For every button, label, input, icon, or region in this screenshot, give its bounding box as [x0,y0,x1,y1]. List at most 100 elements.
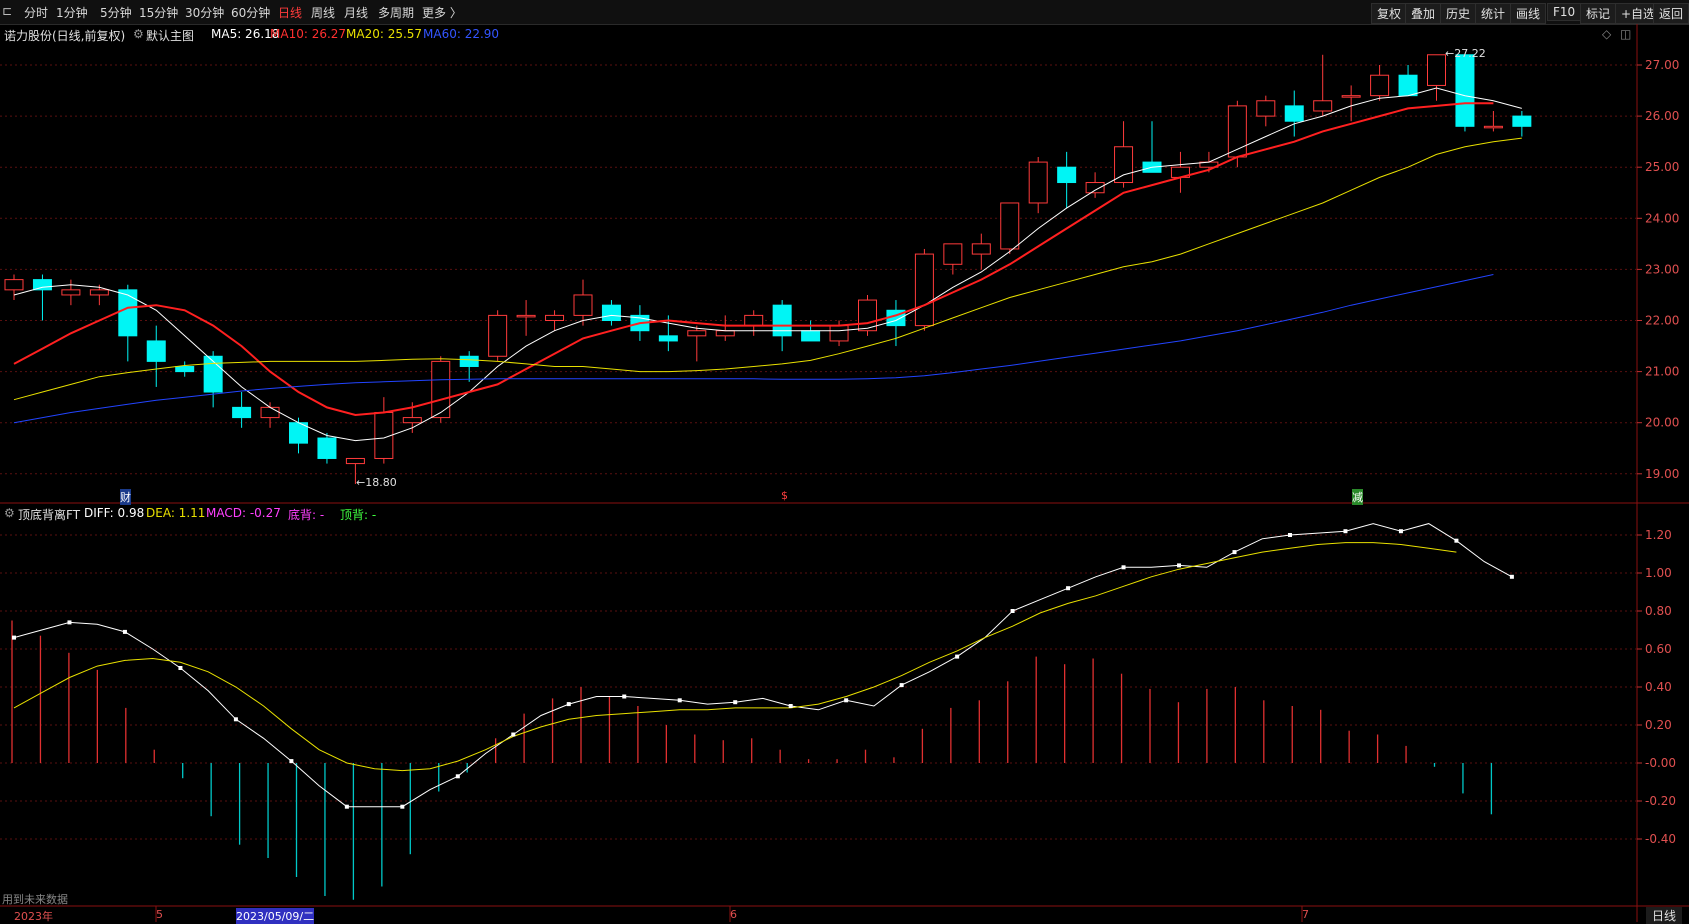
settings-icon[interactable]: ⚙ [133,27,144,41]
low-marker: ←18.80 [356,476,397,489]
diff-point [788,704,793,708]
candle-body [1114,146,1134,184]
candle-body [573,294,593,316]
main-ytick-label: 20.00 [1645,416,1679,430]
candle-body [601,304,621,322]
diff-point [511,732,516,737]
diff-point [844,698,849,703]
diff-point [344,804,349,809]
diff-point [178,666,183,670]
diff-point [400,804,405,809]
sub-ytick-label: -0.40 [1645,832,1676,846]
candle-body [1341,95,1361,98]
candle-body [488,314,508,357]
candle-body [801,330,821,342]
ma-line-ma60 [13,274,1494,424]
sub-ytick-label: -0.20 [1645,794,1676,808]
sub-settings-icon[interactable]: ⚙ [4,506,15,520]
event-marker-dividend[interactable]: $ [781,489,788,502]
diff-point [1121,565,1126,570]
diff-point [566,702,571,707]
candle-body [118,289,138,337]
high-marker: ←27.22 [1445,47,1486,60]
candle-body [1398,74,1418,97]
candle-body [829,325,849,342]
candle-body [1483,125,1503,129]
diff-point [1010,609,1015,613]
event-marker-reduce[interactable]: 减 [1352,489,1363,505]
candle-body [744,314,764,327]
diff-point [12,635,16,640]
line-dea [13,542,1457,772]
macd-label: MACD: -0.27 [206,506,281,520]
candle-body [516,314,536,318]
sub-ytick-label: 0.80 [1645,604,1672,618]
date-label-june: 6 [730,908,737,921]
diff-point [733,700,738,705]
diff-point [955,654,960,659]
line-diff [13,523,1513,808]
diff-point [622,694,627,699]
candle-body [1256,100,1276,117]
diff-point [289,759,294,764]
candle-body [146,340,166,362]
candle-body [4,279,24,291]
template-label[interactable]: 默认主图 [146,27,194,44]
bottom-divergence-label: 底背: - [288,508,325,522]
diff-point [677,698,682,703]
candle-body [1000,202,1020,250]
candle-body [658,335,678,342]
sub-ytick-label: 0.60 [1645,642,1672,656]
candle-body [32,279,52,291]
main-ytick-label: 21.00 [1645,365,1679,379]
diff-point [67,620,72,625]
period-badge: 日线 [1646,907,1683,924]
candle-body [345,457,365,465]
sub-indicator-name[interactable]: 顶底背离FT [18,506,80,523]
candle-body [943,243,963,265]
candle-body [715,330,735,337]
candle-body [1512,115,1532,127]
ma-line-ma10 [13,102,1494,417]
future-data-label: 用到未来数据 [2,893,68,906]
sub-ytick-label: 0.20 [1645,718,1672,732]
main-ytick-label: 22.00 [1645,314,1679,328]
diff-label: DIFF: 0.98 [84,506,145,520]
main-ytick-label: 24.00 [1645,211,1679,225]
candle-body [687,330,707,337]
diff-point [1177,563,1182,568]
event-marker-finance[interactable]: 财 [120,489,131,505]
candle-body [1284,105,1304,122]
candle-body [772,304,792,337]
candle-body [175,365,195,373]
candle-body [1085,182,1105,194]
diff-point [122,629,127,634]
main-ytick-label: 27.00 [1645,58,1679,72]
candle-body [431,360,451,419]
main-ytick-label: 23.00 [1645,262,1679,276]
diamond-icon[interactable]: ◇ [1602,27,1611,41]
diff-point [1509,574,1514,579]
dea-label: DEA: 1.11 [146,506,206,520]
chart-canvas[interactable]: 19.00 20.00 21.00 22.00 23.00 24.00 25.00 26.00… [0,0,1689,922]
candle-body [459,355,479,367]
candle-body [914,253,934,327]
candle-body [971,243,991,255]
candle-body [545,314,565,322]
sub-ytick-label: 0.40 [1645,680,1672,694]
diff-point [1454,538,1459,543]
sub-ytick-label: -0.00 [1645,756,1676,770]
diff-point [1287,533,1292,537]
diff-point [1343,529,1348,534]
date-label-july: 7 [1302,908,1309,921]
candle-body [1455,54,1475,127]
diff-point [1232,550,1237,555]
candle-body [232,406,252,419]
sub-ytick-label: 1.00 [1645,566,1672,580]
date-label-may: 5 [156,908,163,921]
sub-ytick-label: 1.20 [1645,528,1672,542]
panel-toggle-icon[interactable]: ◫ [1620,27,1631,41]
candle-body [1370,74,1390,97]
main-ytick-label: 25.00 [1645,160,1679,174]
top-divergence-label: 顶背: - [340,508,377,522]
